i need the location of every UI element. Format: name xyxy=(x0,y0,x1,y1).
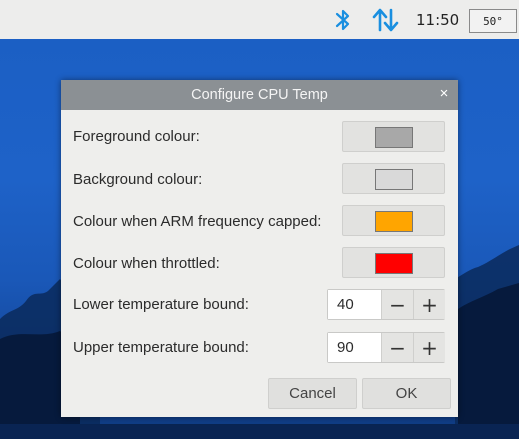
lower-bound-increment-button[interactable]: + xyxy=(413,290,445,319)
close-icon[interactable]: × xyxy=(436,86,452,102)
background-colour-label: Background colour: xyxy=(73,171,203,188)
foreground-colour-swatch xyxy=(375,127,413,148)
arm-capped-colour-label: Colour when ARM frequency capped: xyxy=(73,213,322,230)
upper-bound-input[interactable] xyxy=(328,333,380,362)
throttled-colour-label: Colour when throttled: xyxy=(73,255,220,272)
lower-bound-decrement-button[interactable]: − xyxy=(381,290,413,319)
foreground-colour-button[interactable] xyxy=(342,121,445,152)
ok-button[interactable]: OK xyxy=(362,378,451,409)
lower-bound-label: Lower temperature bound: xyxy=(73,296,249,313)
taskbar: 11:50 50° xyxy=(0,0,519,40)
cancel-button[interactable]: Cancel xyxy=(268,378,357,409)
background-colour-swatch xyxy=(375,169,413,190)
background-colour-button[interactable] xyxy=(342,163,445,194)
dialog-titlebar[interactable]: Configure CPU Temp × xyxy=(61,80,458,110)
upper-bound-increment-button[interactable]: + xyxy=(413,333,445,362)
throttled-colour-button[interactable] xyxy=(342,247,445,278)
upper-bound-label: Upper temperature bound: xyxy=(73,339,249,356)
dialog-title: Configure CPU Temp xyxy=(191,87,328,103)
arm-capped-colour-swatch xyxy=(375,211,413,232)
upper-bound-spinner: − + xyxy=(327,332,445,363)
configure-dialog: Configure CPU Temp × Foreground colour: … xyxy=(61,80,458,417)
upper-bound-decrement-button[interactable]: − xyxy=(381,333,413,362)
cpu-temp-widget[interactable]: 50° xyxy=(469,9,517,33)
lower-bound-input[interactable] xyxy=(328,290,380,319)
clock[interactable]: 11:50 xyxy=(416,0,459,39)
throttled-colour-swatch xyxy=(375,253,413,274)
network-updown-icon[interactable] xyxy=(371,0,401,39)
lower-bound-spinner: − + xyxy=(327,289,445,320)
bluetooth-icon[interactable] xyxy=(333,0,353,39)
foreground-colour-label: Foreground colour: xyxy=(73,128,200,145)
arm-capped-colour-button[interactable] xyxy=(342,205,445,236)
